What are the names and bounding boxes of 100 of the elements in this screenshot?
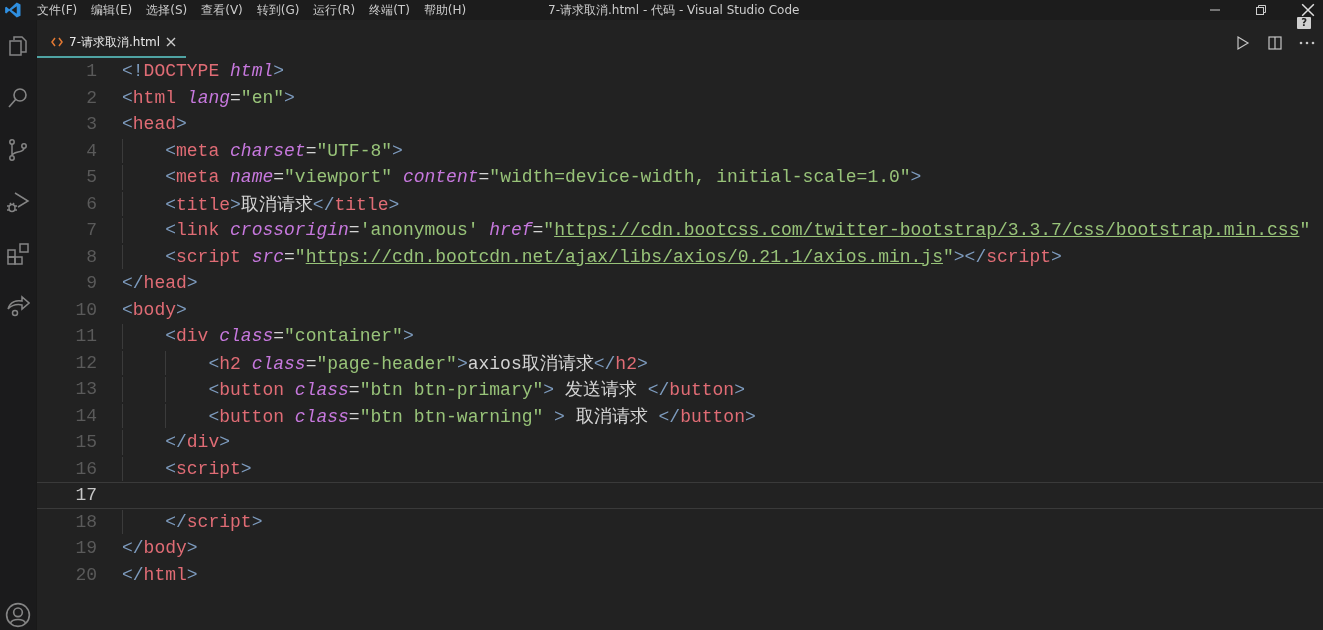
code-punctuation: < (208, 406, 220, 427)
code-punctuation: > (1051, 246, 1062, 267)
code-punctuation: < (165, 194, 176, 215)
menu-item[interactable]: 帮助(H) (416, 1, 474, 19)
code-attribute: class (218, 326, 274, 347)
files-icon[interactable] (6, 34, 30, 58)
code-attribute: class (293, 406, 349, 427)
code-text: = (532, 220, 544, 241)
code-punctuation: </ (122, 538, 144, 559)
code-punctuation: </ (122, 273, 144, 294)
menu-item[interactable]: 编辑(E) (84, 1, 140, 19)
code-string: " (1299, 220, 1311, 241)
code-punctuation: > (392, 140, 403, 161)
code-text: = (348, 380, 360, 401)
account-icon[interactable] (5, 602, 31, 628)
code-punctuation: > (186, 564, 198, 585)
run-debug-icon[interactable] (6, 190, 30, 214)
code-punctuation: < (122, 299, 133, 320)
code-link[interactable]: https://cdn.bootcss.com/twitter-bootstrap/3.3.7/css/bootstrap.min.css (554, 220, 1300, 241)
code-string: "width=device-width, initial-scale=1.0" (489, 167, 911, 188)
code-attribute: html (229, 61, 274, 82)
code-tag: script (186, 511, 252, 532)
code-punctuation: > (284, 87, 295, 108)
line-number: 11 (74, 326, 98, 347)
line-number: 19 (74, 538, 98, 559)
code-tag: button (219, 406, 285, 427)
code-attribute: href (488, 220, 533, 241)
code-punctuation: </ (165, 432, 187, 453)
code-text: axios取消请求 (467, 353, 594, 374)
code-punctuation: > (543, 380, 555, 401)
code-tag: button (219, 380, 285, 401)
split-editor-icon[interactable] (1267, 35, 1283, 51)
code-text: = (305, 353, 317, 374)
code-attribute: content (401, 167, 479, 188)
code-punctuation: </ (593, 353, 616, 374)
code-text: 发送请求 (563, 380, 638, 401)
search-icon[interactable] (6, 86, 30, 110)
code-tag: title (176, 194, 231, 215)
code-string: "en" (240, 87, 285, 108)
line-number: 6 (85, 193, 98, 214)
line-number: 1 (85, 61, 98, 82)
menu-item[interactable]: 转到(G) (249, 1, 307, 19)
app-logo-icon (4, 1, 22, 19)
code-tag: h2 (219, 353, 241, 374)
close-icon[interactable] (1301, 3, 1315, 17)
code-punctuation: </ (658, 406, 681, 427)
line-number: 14 (74, 405, 98, 426)
close-icon[interactable] (166, 37, 177, 47)
code-punctuation: > (176, 114, 187, 135)
code-string: "viewport" (284, 167, 393, 188)
code-attribute: crossorigin (229, 220, 349, 241)
code-punctuation: < (165, 220, 176, 241)
run-icon[interactable] (1235, 35, 1251, 51)
more-icon[interactable] (1299, 41, 1315, 45)
code-punctuation: > (388, 194, 400, 215)
code-attribute: class (250, 353, 306, 374)
menu-item[interactable]: 终端(T) (362, 1, 417, 19)
code-tag: script (176, 246, 241, 267)
code-text: = (305, 140, 317, 161)
code-punctuation: > (402, 326, 414, 347)
code-punctuation: ></ (953, 246, 987, 267)
code-punctuation: </ (647, 380, 670, 401)
menu-item[interactable]: 选择(S) (139, 1, 195, 19)
line-number: 5 (85, 167, 98, 188)
menu-item[interactable]: 运行(R) (306, 1, 363, 19)
code-punctuation: < (122, 87, 133, 108)
code-punctuation: > (219, 432, 231, 453)
code-string: "btn btn-primary" (359, 380, 544, 401)
code-link[interactable]: https://cdn.bootcdn.net/ajax/libs/axios/0.21.1/axios.min.js (305, 246, 943, 267)
code-string: " (543, 220, 555, 241)
code-text: = (478, 167, 490, 188)
menu-item[interactable]: 查看(V) (194, 1, 250, 19)
code-punctuation: < (165, 246, 176, 267)
editor-tab[interactable]: 7-请求取消.html (37, 28, 187, 58)
code-punctuation: > (734, 380, 745, 401)
code-text: = (284, 246, 295, 267)
code-text: 取消请求 (574, 406, 649, 427)
help-badge[interactable]: ? (1297, 17, 1311, 29)
code-punctuation: > (273, 61, 285, 82)
code-punctuation: > (553, 406, 565, 427)
branch-icon[interactable] (6, 138, 30, 162)
code-punctuation: < (165, 167, 176, 188)
extensions-icon[interactable] (6, 242, 30, 266)
line-number: 13 (74, 379, 98, 400)
menu-item[interactable]: 文件(F) (30, 1, 85, 19)
code-tag: script (176, 458, 241, 479)
restore-icon[interactable] (1255, 4, 1267, 16)
code-tag: link (176, 220, 220, 241)
code-tag: button (669, 380, 735, 401)
code-punctuation: > (186, 538, 198, 559)
code-attribute: lang (185, 87, 231, 108)
code-punctuation: </ (122, 564, 144, 585)
remote-icon[interactable] (6, 294, 30, 318)
code-text: = (273, 167, 285, 188)
line-number: 10 (74, 299, 98, 320)
code-string: "page-header" (316, 353, 457, 374)
code-punctuation: < (165, 140, 176, 161)
line-number: 7 (85, 220, 98, 241)
line-number: 16 (74, 458, 98, 479)
code-string: "UTF-8" (316, 140, 393, 161)
